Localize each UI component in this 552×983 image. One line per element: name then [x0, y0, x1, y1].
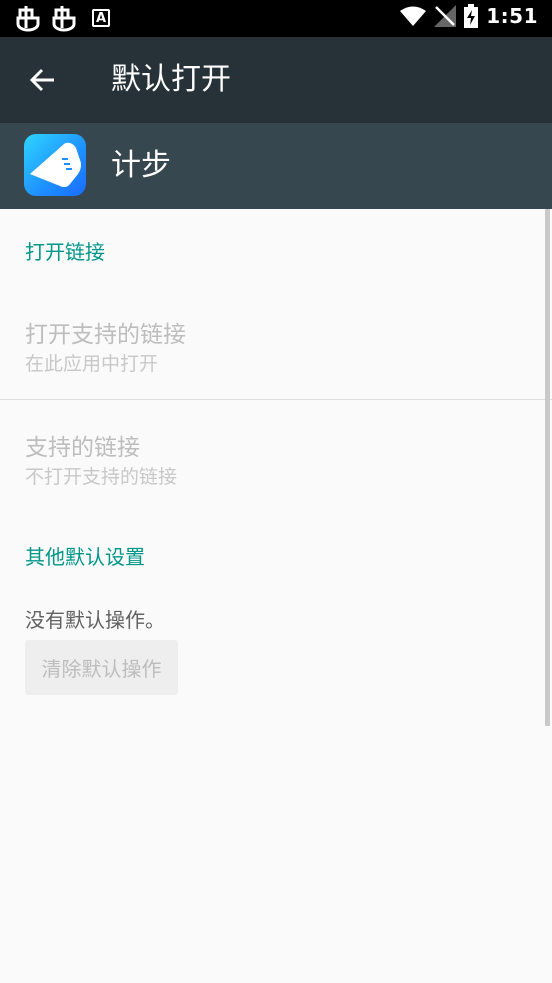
status-bar: A 1:51	[0, 0, 552, 37]
bug-icon	[16, 6, 40, 32]
status-time: 1:51	[486, 4, 538, 28]
toolbar: 默认打开	[0, 37, 552, 123]
a-notification-icon: A	[92, 9, 110, 27]
section-header-open-links: 打开链接	[25, 240, 105, 264]
page-title: 默认打开	[111, 62, 231, 97]
supported-links-title: 支持的链接	[25, 435, 140, 461]
section-header-other-defaults: 其他默认设置	[25, 545, 145, 569]
no-signal-icon	[434, 5, 457, 27]
supported-links-subtitle: 不打开支持的链接	[25, 466, 178, 488]
no-default-text: 没有默认操作。	[25, 608, 165, 632]
scrollbar[interactable]	[545, 209, 550, 726]
divider	[0, 399, 552, 400]
sneaker-icon	[24, 134, 86, 196]
bug-icon	[52, 6, 76, 32]
settings-content: 打开链接 打开支持的链接 在此应用中打开 支持的链接 不打开支持的链接 其他默认…	[0, 209, 552, 983]
app-header: 计步	[0, 123, 552, 209]
app-name: 计步	[111, 148, 171, 183]
clear-defaults-button[interactable]: 清除默认操作	[25, 640, 178, 695]
battery-charging-icon	[464, 4, 479, 28]
wifi-icon	[400, 6, 427, 26]
open-supported-links-title: 打开支持的链接	[25, 322, 186, 348]
open-supported-links-subtitle: 在此应用中打开	[25, 353, 159, 375]
arrow-left-icon[interactable]	[28, 66, 56, 94]
